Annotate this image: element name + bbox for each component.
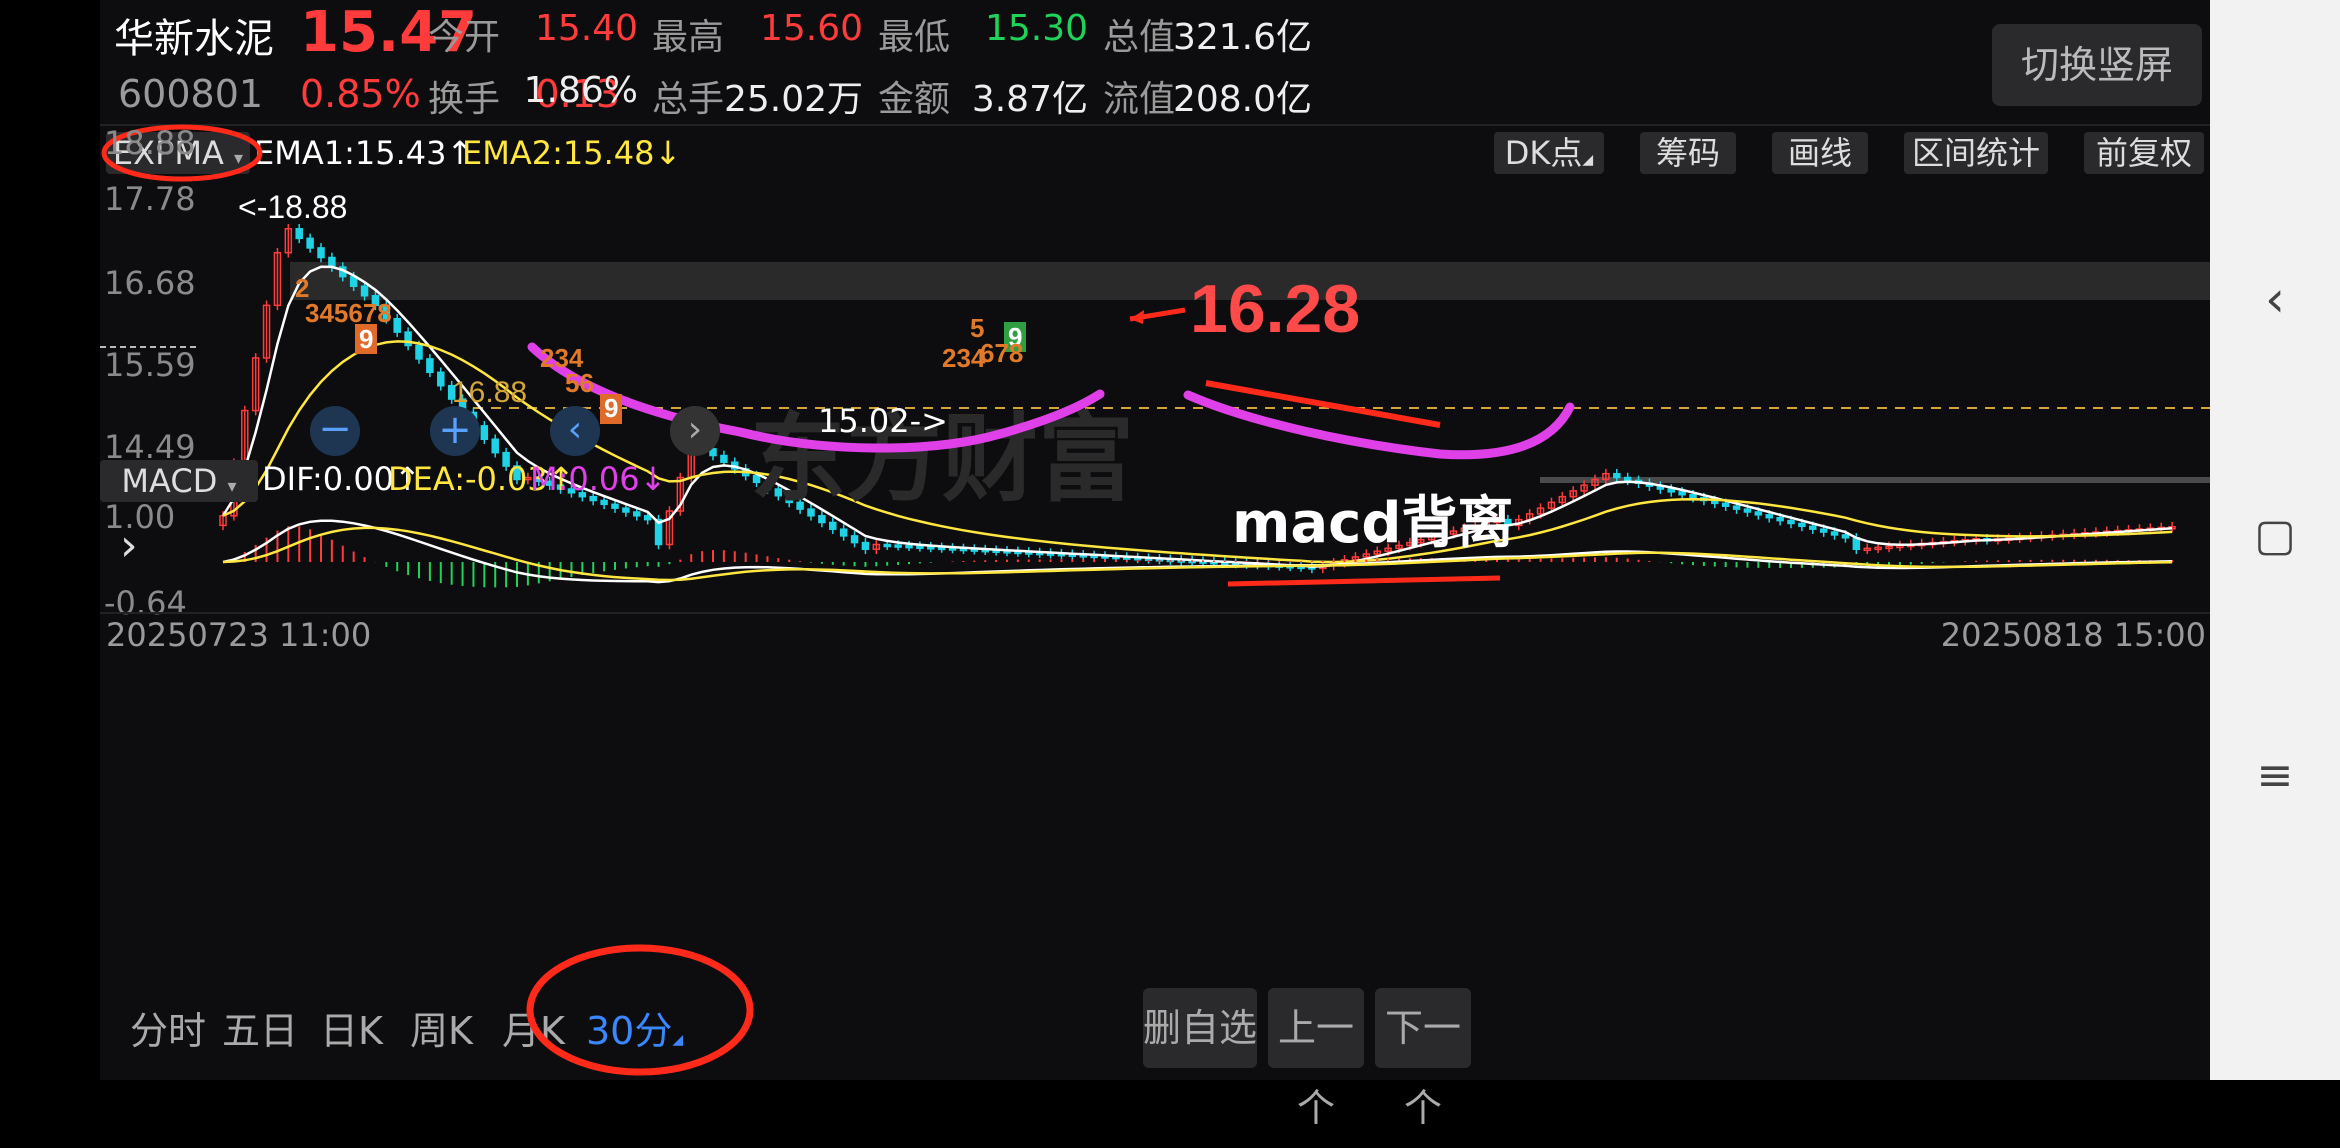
- time-axis-start: 20250723 11:00: [106, 616, 372, 654]
- tab-five-day[interactable]: 五日: [222, 1000, 298, 1055]
- remove-watchlist-button[interactable]: 删自选: [1143, 988, 1257, 1068]
- draw-line-button[interactable]: 画线: [1772, 132, 1868, 174]
- dif-line: [222, 519, 2173, 584]
- handwritten-note: macd背离: [1232, 491, 1514, 556]
- menu-icon[interactable]: ≡: [2210, 750, 2340, 801]
- candle-body: [1613, 472, 1621, 479]
- price-tick-1: 17.78: [104, 180, 196, 218]
- candle-body: [415, 344, 423, 360]
- candle-body: [480, 425, 489, 441]
- handwritten-price: 16.28: [1190, 271, 1360, 347]
- td-count-9b: 9: [604, 393, 618, 423]
- ref-line-label: 16.88: [452, 376, 527, 409]
- change-percent: 0.85%: [300, 72, 421, 116]
- price-tick-0: 18.88: [104, 124, 196, 162]
- td-count-34: 345678: [305, 298, 392, 328]
- back-icon[interactable]: ‹: [2210, 270, 2340, 328]
- previous-button[interactable]: 上一个: [1268, 988, 1364, 1130]
- quote-value-high: 15.60: [759, 8, 863, 49]
- dk-point-label: DK点: [1504, 134, 1583, 172]
- candle-body: [720, 454, 728, 463]
- range-stats-button[interactable]: 区间统计: [1904, 132, 2048, 174]
- td-count-56: 56: [565, 368, 594, 398]
- candle-body: [295, 228, 303, 240]
- macd-chart[interactable]: [100, 492, 2210, 612]
- chevron-left-icon[interactable]: ‹: [550, 406, 600, 456]
- chevron-right-icon[interactable]: ›: [670, 406, 720, 456]
- candle-body: [360, 285, 369, 297]
- square-icon[interactable]: ▢: [2210, 510, 2340, 561]
- hand-circle-30min: [526, 944, 754, 1076]
- ema2-value: EMA2:15.48: [462, 134, 655, 172]
- stock-name: 华新水泥: [114, 16, 274, 62]
- forward-adjust-button[interactable]: 前复权: [2084, 132, 2204, 174]
- candle-body: [393, 317, 401, 333]
- candle-body: [317, 247, 325, 259]
- next-button[interactable]: 下一个: [1375, 988, 1471, 1130]
- expand-icon: ◢: [1582, 152, 1594, 168]
- tab-weekly-k[interactable]: 周K: [410, 1000, 473, 1055]
- dk-point-button[interactable]: DK点◢: [1494, 132, 1604, 174]
- macd-histogram: [232, 526, 2174, 588]
- candle-body: [1623, 476, 1632, 482]
- zoom-in-icon[interactable]: +: [430, 406, 480, 456]
- quote-value-low: 15.30: [984, 8, 1088, 49]
- price-tick-2: 16.68: [104, 264, 196, 302]
- ema1-label: EMA1:15.43↑: [254, 134, 473, 172]
- pink-curve-right: [1183, 390, 1575, 460]
- price-tick-3: 15.59: [104, 346, 196, 384]
- ema2-label: EMA2:15.48↓: [462, 134, 681, 172]
- arrow-down-icon: ↓: [654, 134, 682, 172]
- stock-code: 600801: [118, 72, 264, 116]
- macd-divider: [100, 612, 2210, 614]
- chips-button[interactable]: 筹码: [1640, 132, 1736, 174]
- quote-value-float-cap: 208.0亿: [1172, 79, 1312, 120]
- time-axis-end: 20250818 15:00: [1940, 616, 2206, 654]
- low-marker: 15.02->: [818, 402, 948, 440]
- tab-daily-k[interactable]: 日K: [320, 1000, 383, 1055]
- system-nav-bar: ‹ ▢ ≡: [2210, 0, 2340, 1080]
- candle-body: [491, 438, 499, 454]
- quote-value-volume: 25.02万: [723, 79, 863, 120]
- quote-value-open: 15.40: [534, 8, 638, 49]
- header-divider: [100, 124, 2210, 126]
- candle-body: [437, 371, 445, 387]
- high-marker: <-18.88: [238, 189, 347, 225]
- quote-value-amount: 3.87亿: [971, 79, 1088, 120]
- ema1-value: EMA1:15.43: [254, 134, 447, 172]
- zoom-out-icon[interactable]: −: [310, 406, 360, 456]
- candle-body: [306, 237, 314, 249]
- quote-value-turnover: 1.86%: [523, 70, 638, 111]
- td-count-9a: 9: [359, 324, 373, 354]
- candle-body: [404, 331, 412, 347]
- macd-axis-top: 1.00: [104, 498, 176, 536]
- switch-portrait-button[interactable]: 切换竖屏: [1992, 24, 2202, 106]
- quote-value-total-cap: 321.6亿: [1172, 17, 1312, 58]
- candle-body: [426, 358, 434, 374]
- stock-detail-landscape: 华新水泥 15.47 600801 0.85% 0.13 今开 15.40 最高…: [100, 0, 2210, 1130]
- td-count-678: 678: [980, 338, 1023, 368]
- candle-body: [328, 256, 336, 268]
- macd-red-line: [1227, 575, 1501, 587]
- tab-intraday[interactable]: 分时: [130, 1000, 206, 1055]
